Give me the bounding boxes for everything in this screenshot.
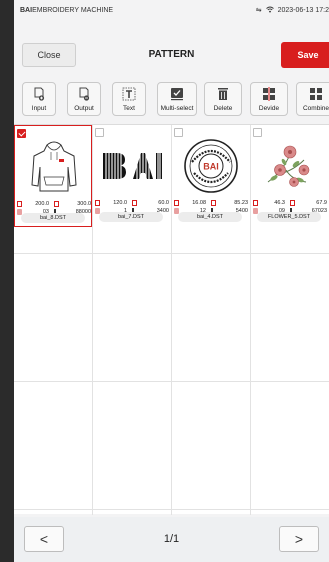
embroidery-machine-badge-thumbnail: BAI <box>176 137 246 195</box>
text-icon <box>122 87 136 101</box>
delete-button[interactable]: Delete <box>204 82 242 116</box>
color-spool-icon <box>95 207 100 214</box>
height-value: 300.0 <box>77 200 91 207</box>
status-bar: BAI EMBROIDERY MACHINE ⇋ 2023-06-13 17:2 <box>14 0 329 20</box>
pattern-checkbox[interactable] <box>253 128 262 137</box>
pattern-card[interactable]: 46.3 67.9 09 67023 FLOWER_5.DST <box>251 125 329 227</box>
toolbar: Input Output Text Multi-select Delete De… <box>14 82 329 116</box>
hoodie-design-thumbnail <box>19 138 89 196</box>
pagination-bar: < 1/1 > <box>14 517 329 562</box>
height-value: 67.9 <box>316 199 327 206</box>
pattern-card[interactable]: 200.0 300.0 03 88000 bai_8.DST <box>14 125 92 227</box>
width-value: 200.0 <box>35 200 49 207</box>
height-value: 60.0 <box>158 199 169 206</box>
color-spool-icon <box>253 207 258 214</box>
color-spool-icon <box>17 208 22 215</box>
delete-icon <box>218 88 228 100</box>
width-icon <box>17 200 22 207</box>
pattern-grid: 200.0 300.0 03 88000 bai_8.DST 120.0 60.… <box>14 124 329 515</box>
bai-logo-thumbnail <box>97 137 167 195</box>
svg-text:BAI: BAI <box>203 162 219 172</box>
pattern-checkbox[interactable] <box>95 128 104 137</box>
input-label: Input <box>31 105 47 112</box>
text-button[interactable]: Text <box>112 82 146 116</box>
delete-label: Delete <box>213 105 233 112</box>
output-label: Output <box>74 105 94 112</box>
input-button[interactable]: Input <box>22 82 56 116</box>
width-icon <box>95 199 100 206</box>
usb-icon: ⇋ <box>255 7 262 14</box>
file-name: bai_4.DST <box>178 212 242 222</box>
height-icon <box>54 200 59 207</box>
input-icon <box>34 87 45 101</box>
combine-icon <box>310 88 322 100</box>
devide-icon <box>263 87 275 101</box>
color-spool-icon <box>174 207 179 214</box>
height-value: 85.23 <box>234 199 248 206</box>
devide-label: Devide <box>258 105 280 112</box>
height-icon <box>211 199 216 206</box>
file-name: bai_8.DST <box>21 213 85 223</box>
width-icon <box>174 199 179 206</box>
pattern-card[interactable]: BAI 16.08 85.23 12 5400 bai_4.DST <box>172 125 250 227</box>
header: Close PATTERN Save <box>14 34 329 76</box>
width-icon <box>253 199 258 206</box>
next-page-button[interactable]: > <box>279 526 319 552</box>
devide-button[interactable]: Devide <box>250 82 288 116</box>
multiselect-icon <box>171 88 183 101</box>
combine-button[interactable]: Combine <box>296 82 329 116</box>
pattern-checkbox[interactable] <box>17 129 26 138</box>
height-icon <box>132 199 137 206</box>
wifi-icon <box>265 6 274 15</box>
pattern-checkbox[interactable] <box>174 128 183 137</box>
file-name: bai_7.DST <box>99 212 163 222</box>
flower-thumbnail <box>255 137 325 195</box>
pattern-card[interactable]: 120.0 60.0 1 3400 bai_7.DST <box>93 125 171 227</box>
multiselect-button[interactable]: Multi-select <box>157 82 197 116</box>
status-brand: BAI <box>20 6 33 14</box>
width-value: 46.3 <box>274 199 285 206</box>
height-icon <box>290 199 295 206</box>
status-brand-suffix: EMBROIDERY MACHINE <box>32 6 114 14</box>
width-value: 16.08 <box>192 199 206 206</box>
grid-divider <box>14 253 329 254</box>
status-datetime: 2023-06-13 17:2 <box>277 6 329 14</box>
output-button[interactable]: Output <box>67 82 101 116</box>
width-value: 120.0 <box>113 199 127 206</box>
grid-divider <box>14 509 329 510</box>
text-label: Text <box>123 105 135 112</box>
output-icon <box>79 87 90 101</box>
save-button[interactable]: Save <box>281 42 329 68</box>
file-name: FLOWER_5.DST <box>257 212 321 222</box>
grid-divider <box>14 381 329 382</box>
multiselect-label: Multi-select <box>160 105 194 112</box>
combine-label: Combine <box>302 105 329 112</box>
